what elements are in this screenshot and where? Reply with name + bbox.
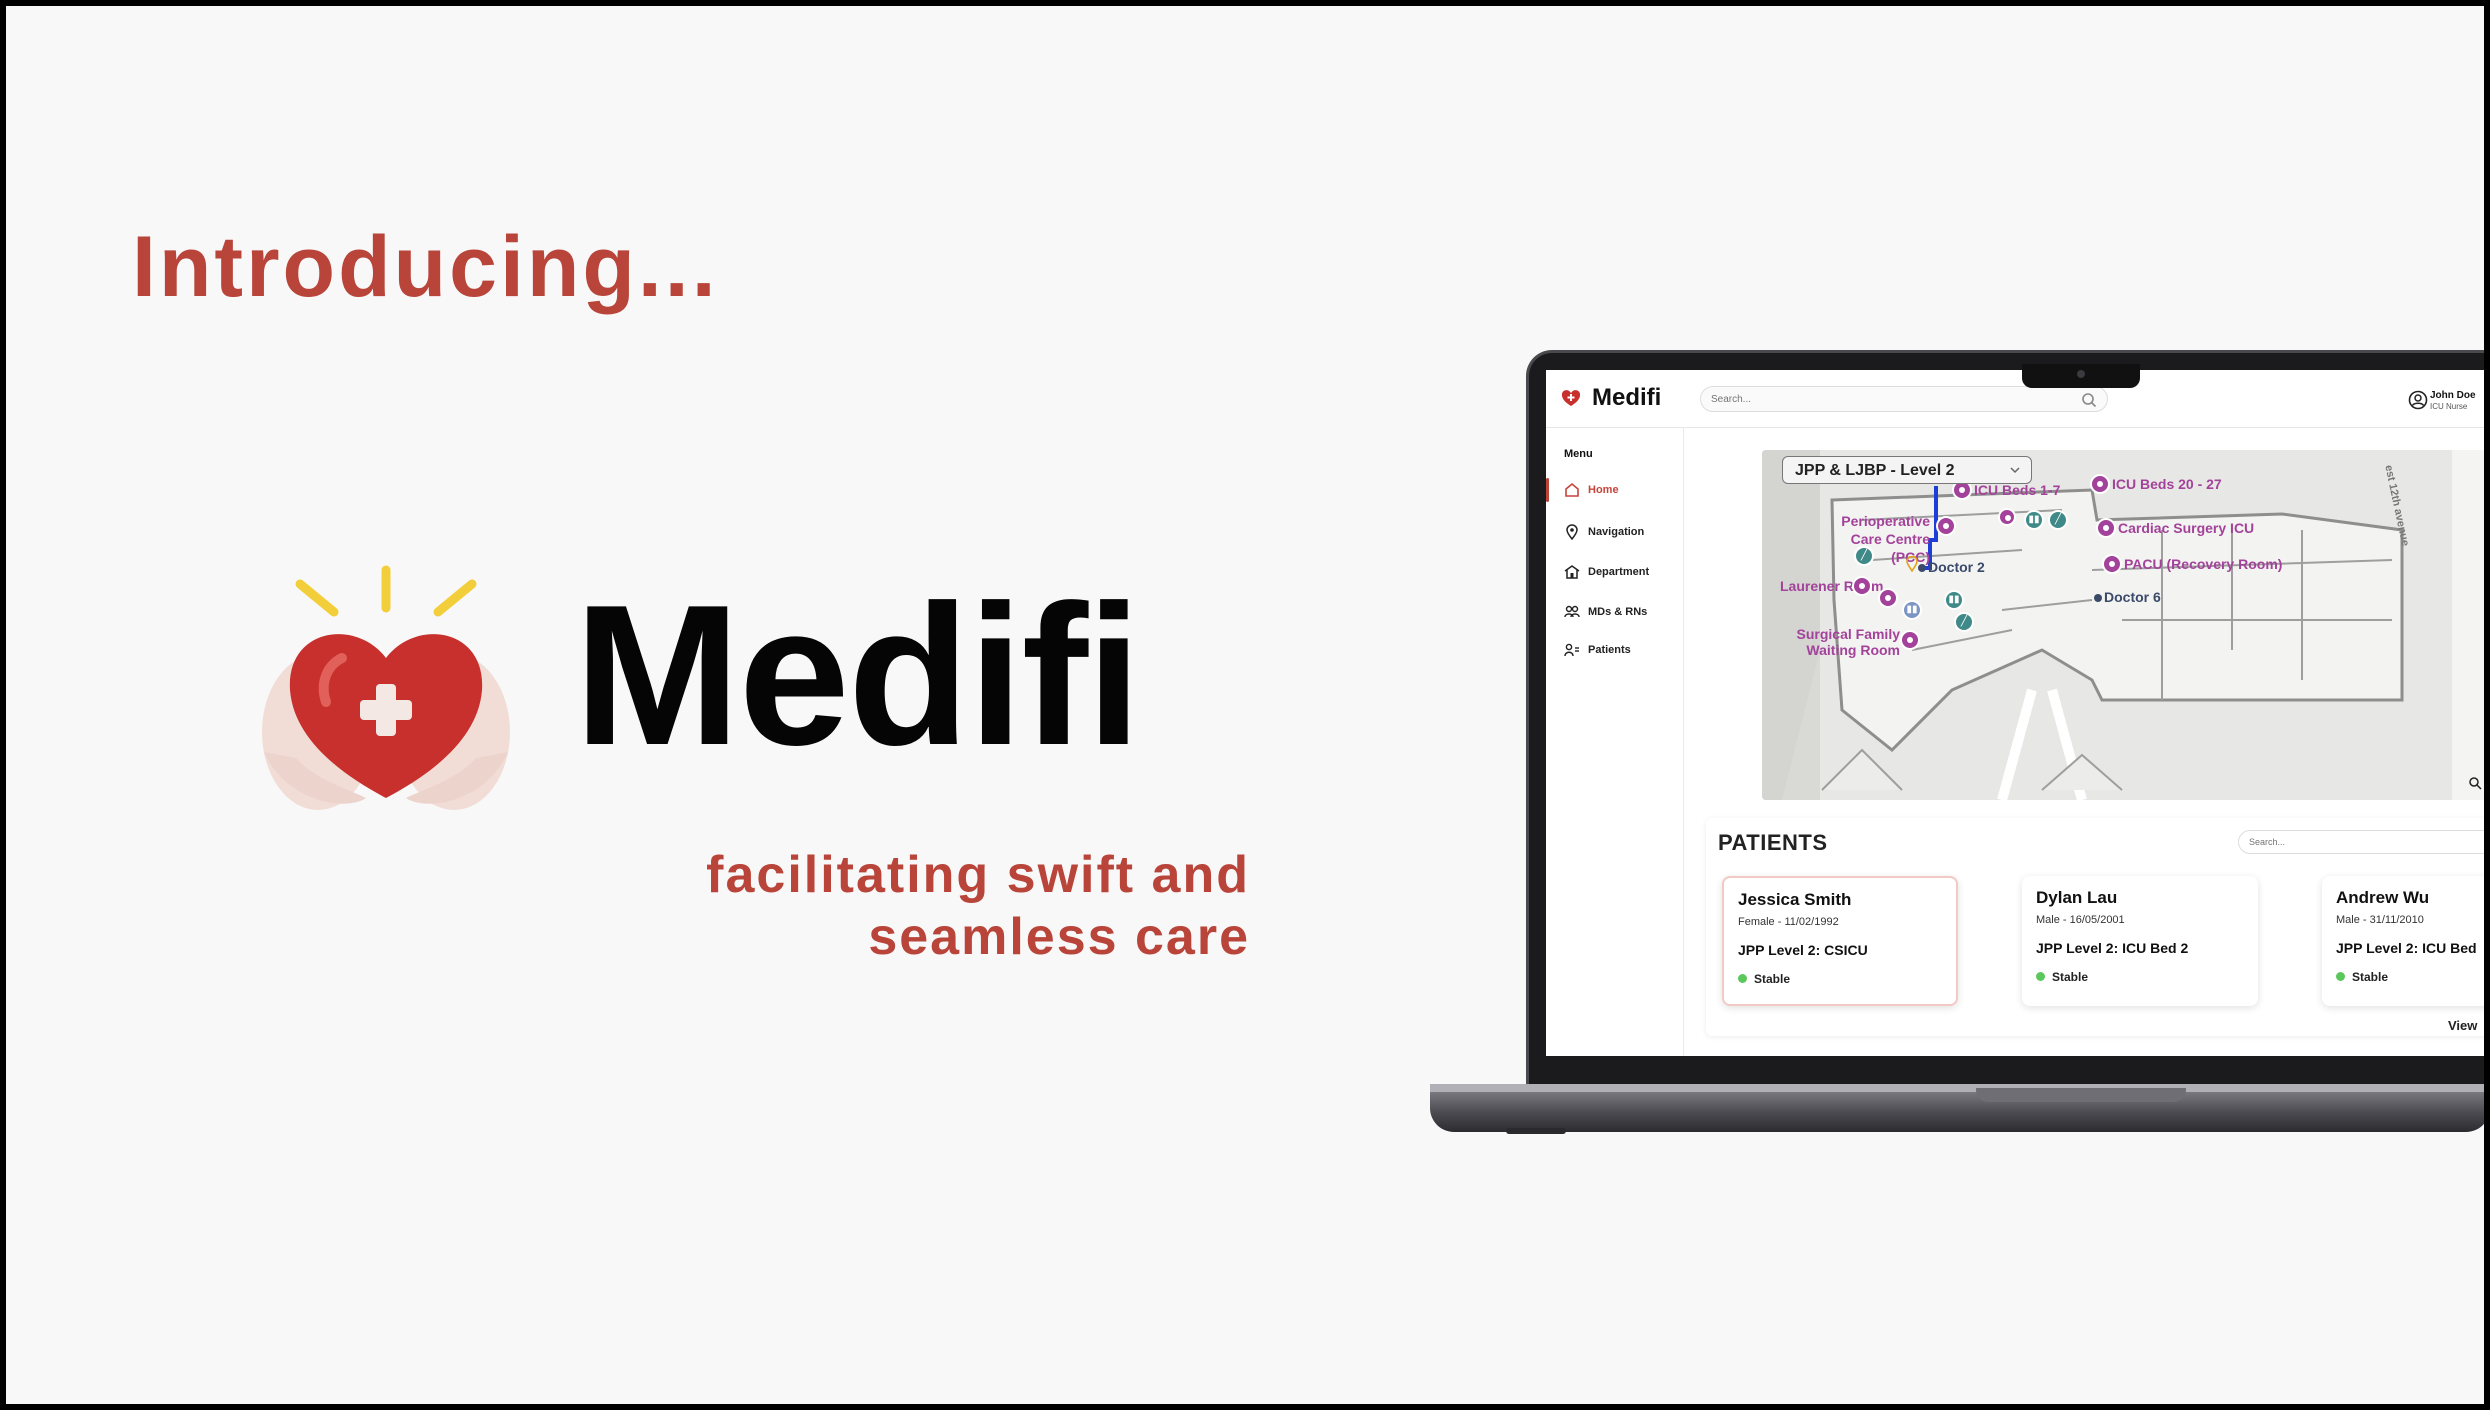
patient-name: Jessica Smith xyxy=(1738,890,1852,909)
poi-label-icu-1-7[interactable]: ICU Beds 1-7 xyxy=(1974,482,2060,498)
laptop-foot xyxy=(1506,1128,1566,1134)
sidebar-item-patients[interactable]: Patients xyxy=(1546,636,1684,664)
tagline: facilitating swift and seamless care xyxy=(706,844,1250,968)
header-search[interactable] xyxy=(1700,386,2108,412)
patient-location: JPP Level 2: ICU Bed xyxy=(2336,940,2477,956)
header-search-input[interactable] xyxy=(1711,391,2071,407)
floor-plan-drawing xyxy=(1762,450,2484,800)
poi-label-family-waiting[interactable]: Surgical Family Waiting Room xyxy=(1776,626,1900,658)
patient-name: Andrew Wu xyxy=(2336,888,2430,907)
sidebar-item-label: Home xyxy=(1588,484,1619,496)
sidebar-item-label: Department xyxy=(1588,566,1650,578)
app-title: Medifi xyxy=(1592,384,1662,411)
home-icon xyxy=(1565,482,1579,497)
poi-pin-icon[interactable] xyxy=(2090,474,2110,494)
active-indicator xyxy=(1546,478,1549,502)
patient-location: JPP Level 2: ICU Bed 2 xyxy=(2036,940,2189,956)
laptop-screen: Medifi John Doe ICU Nurse Menu Home xyxy=(1546,370,2484,1056)
doctor-marker-icon[interactable] xyxy=(1918,564,1926,572)
menu-title: Menu xyxy=(1564,448,1593,460)
intro-heading: Introducing... xyxy=(132,219,719,315)
laptop-groove xyxy=(1976,1088,2186,1102)
zoom-in-icon[interactable] xyxy=(2468,776,2482,790)
patients-icon xyxy=(1564,643,1579,657)
status-text: Stable xyxy=(1754,972,1791,986)
patient-card[interactable]: Andrew Wu Male - 31/11/2010 JPP Level 2:… xyxy=(2322,876,2484,1006)
sidebar-item-department[interactable]: Department xyxy=(1546,558,1684,586)
patients-search-input[interactable] xyxy=(2249,835,2469,849)
poi-pin-icon[interactable] xyxy=(1900,630,1920,650)
poi-pin-icon[interactable] xyxy=(2102,554,2122,574)
stairs-icon[interactable]: ╱ xyxy=(2048,510,2068,530)
sidebar-item-label: Navigation xyxy=(1588,526,1645,538)
tagline-line-2: seamless care xyxy=(868,908,1250,966)
doctor-label-2[interactable]: Doctor 2 xyxy=(1928,559,1985,575)
floor-select[interactable]: JPP & LJBP - Level 2 xyxy=(1782,456,2032,484)
poi-pin-icon[interactable] xyxy=(1998,508,2016,526)
patient-meta: Female - 11/02/1992 xyxy=(1738,916,1839,928)
patient-card[interactable]: Dylan Lau Male - 16/05/2001 JPP Level 2:… xyxy=(2022,876,2258,1006)
status-dot xyxy=(2036,972,2045,981)
location-pin-icon xyxy=(1566,524,1578,540)
status-dot xyxy=(2336,972,2345,981)
current-location-pin-icon xyxy=(1906,556,1918,572)
patient-meta: Male - 16/05/2001 xyxy=(2036,914,2125,926)
patients-search[interactable] xyxy=(2238,830,2484,854)
sidebar-item-home[interactable]: Home xyxy=(1546,476,1684,504)
presentation-slide: Introducing... Medifi facilitating swift… xyxy=(6,6,2484,1404)
user-avatar-icon xyxy=(2408,390,2428,410)
elevator-icon[interactable]: ▮▮ xyxy=(2024,510,2044,530)
user-name: John Doe xyxy=(2430,390,2476,401)
brand-title: Medifi xyxy=(574,564,1142,787)
restroom-icon[interactable]: ▮▮ xyxy=(1902,600,1922,620)
status-dot xyxy=(1738,974,1747,983)
poi-label-pacu[interactable]: PACU (Recovery Room) xyxy=(2124,556,2282,572)
status-text: Stable xyxy=(2052,970,2089,984)
stairs-icon[interactable]: ╱ xyxy=(1854,546,1874,566)
building-icon xyxy=(1564,565,1580,579)
heart-hands-logo-icon xyxy=(262,565,510,810)
poi-pin-icon[interactable] xyxy=(2096,518,2116,538)
sidebar-item-mds-rns[interactable]: MDs & RNs xyxy=(1546,598,1684,626)
chevron-down-icon xyxy=(2010,467,2020,474)
app-logo-icon xyxy=(1561,390,1581,406)
floor-map[interactable]: est 12th avenue ICU Beds 1-7 ICU Beds 20… xyxy=(1762,450,2484,800)
staff-icon xyxy=(1564,605,1580,618)
sidebar-item-label: MDs & RNs xyxy=(1588,606,1648,618)
patients-title: PATIENTS xyxy=(1718,830,1828,855)
poi-pin-icon[interactable] xyxy=(1878,588,1898,608)
poi-pin-icon[interactable] xyxy=(1936,516,1956,536)
poi-pin-icon[interactable] xyxy=(1852,576,1872,596)
patient-card[interactable]: Jessica Smith Female - 11/02/1992 JPP Le… xyxy=(1722,876,1958,1006)
status-text: Stable xyxy=(2352,970,2389,984)
sidebar-item-navigation[interactable]: Navigation xyxy=(1546,518,1684,546)
patient-name: Dylan Lau xyxy=(2036,888,2118,907)
patient-meta: Male - 31/11/2010 xyxy=(2336,914,2424,926)
laptop-base-edge xyxy=(1430,1084,2484,1092)
user-role: ICU Nurse xyxy=(2430,402,2468,411)
sidebar: Menu Home Navigation Department MDs & RN… xyxy=(1546,428,1684,1056)
search-icon[interactable] xyxy=(2081,392,2097,408)
doctor-marker-icon[interactable] xyxy=(2094,594,2102,602)
floor-select-value: JPP & LJBP - Level 2 xyxy=(1795,462,1955,479)
sidebar-item-label: Patients xyxy=(1588,644,1631,656)
app-header: Medifi John Doe ICU Nurse xyxy=(1546,370,2484,428)
doctor-label-6[interactable]: Doctor 6 xyxy=(2104,589,2161,605)
view-all-link[interactable]: View xyxy=(2448,1018,2477,1033)
camera-icon xyxy=(2077,370,2085,378)
elevator-icon[interactable]: ▮▮ xyxy=(1944,590,1964,610)
poi-label-icu-20-27[interactable]: ICU Beds 20 - 27 xyxy=(2112,476,2222,492)
tagline-line-1: facilitating swift and xyxy=(706,846,1250,904)
poi-label-csicu[interactable]: Cardiac Surgery ICU xyxy=(2118,520,2254,536)
stairs-icon[interactable]: ╱ xyxy=(1954,612,1974,632)
patient-location: JPP Level 2: CSICU xyxy=(1738,942,1868,958)
